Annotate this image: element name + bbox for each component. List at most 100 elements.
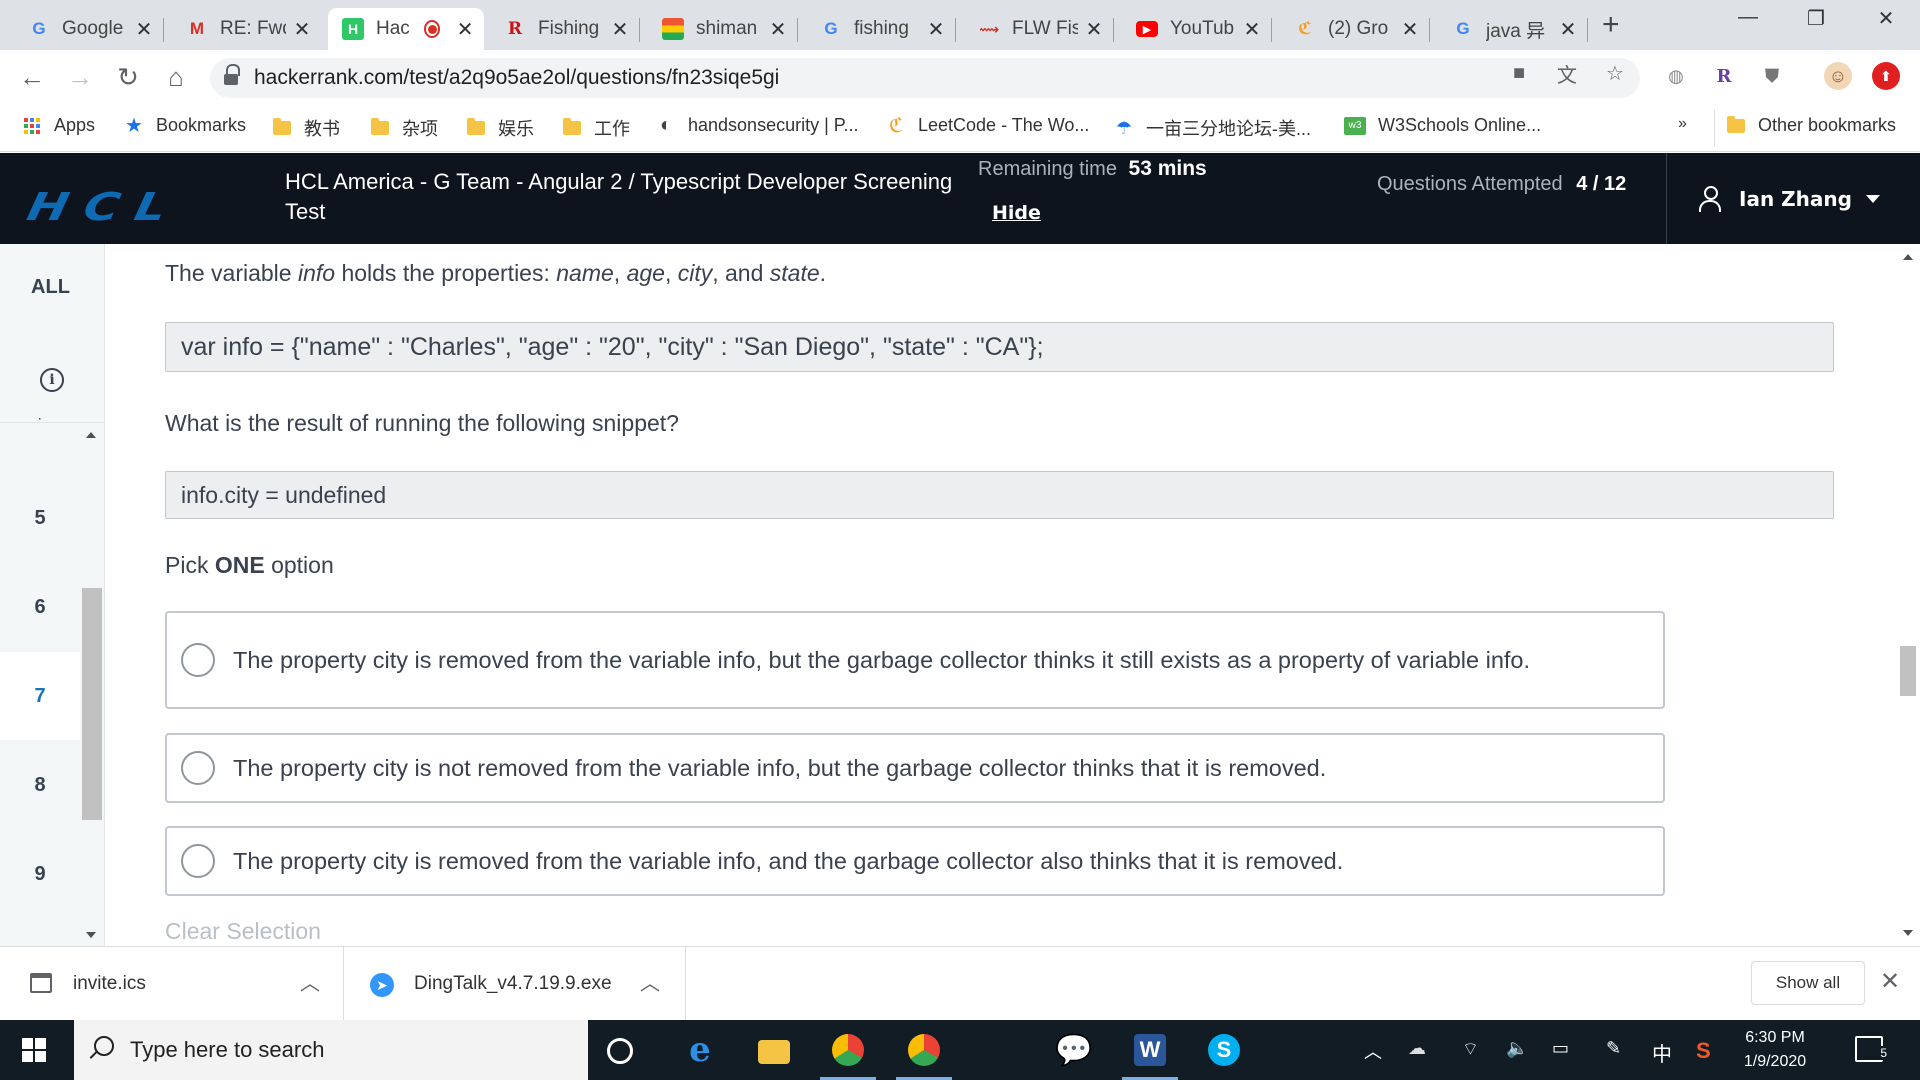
close-icon[interactable]: ✕	[1400, 17, 1420, 42]
close-icon[interactable]: ✕	[456, 17, 474, 42]
radio-button[interactable]	[181, 844, 215, 878]
chevron-up-icon[interactable]: ︿	[300, 967, 320, 996]
question-item-8[interactable]: 8	[0, 741, 80, 829]
download-item[interactable]: invite.ics ︿	[0, 947, 344, 1021]
close-icon[interactable]: ✕	[134, 17, 154, 42]
download-item[interactable]: ➤ DingTalk_v4.7.19.9.exe ︿	[344, 947, 686, 1021]
word-icon[interactable]: W	[1134, 1034, 1166, 1066]
question-item-6[interactable]: 6	[0, 563, 80, 651]
bookmark-leetcode[interactable]: ℭ LeetCode - The Wo...	[886, 115, 1089, 137]
close-icon[interactable]: ✕	[292, 17, 312, 42]
bookmark-bookmarks[interactable]: ★ Bookmarks	[124, 115, 246, 137]
question-nav-scrollbar[interactable]	[82, 422, 104, 946]
lock-icon[interactable]	[224, 64, 240, 86]
skype-icon[interactable]: S	[1208, 1034, 1240, 1066]
main-scrollbar[interactable]	[1896, 244, 1920, 946]
new-tab-button[interactable]: +	[1602, 8, 1620, 42]
bookmark-folder[interactable]: 娱乐	[466, 115, 534, 141]
bookmark-1point3acres[interactable]: ☂ 一亩三分地论坛-美...	[1114, 115, 1311, 141]
extension-globe-icon[interactable]: ◍	[1662, 62, 1690, 90]
question-item-5[interactable]: 5	[0, 474, 80, 562]
minimize-button[interactable]: —	[1718, 6, 1778, 29]
tab-groups[interactable]: ℭ (2) Gro ✕	[1280, 8, 1430, 50]
volume-icon[interactable]: 🔈	[1506, 1038, 1528, 1059]
scrollbar-thumb[interactable]	[82, 588, 102, 820]
camera-icon[interactable]: ■	[1506, 60, 1532, 86]
onedrive-icon[interactable]: ☁	[1408, 1038, 1426, 1059]
tab-gmail[interactable]: M RE: Fwd ✕	[172, 8, 322, 50]
chevron-up-icon[interactable]: ︿	[1364, 1038, 1382, 1064]
clock[interactable]: 6:30 PM 1/9/2020	[1730, 1026, 1820, 1074]
store-icon[interactable]	[984, 1034, 1014, 1064]
tab-google-docs[interactable]: G Google ✕	[14, 8, 164, 50]
answer-option[interactable]: The property city is removed from the va…	[165, 826, 1665, 896]
question-item-7[interactable]: 7	[0, 652, 80, 740]
home-button[interactable]: ⌂	[158, 62, 194, 93]
close-window-button[interactable]: ✕	[1856, 6, 1916, 31]
radio-button[interactable]	[181, 643, 215, 677]
bookmark-handsonsecurity[interactable]: ◐ handsonsecurity | P...	[656, 114, 859, 136]
tab-shimano[interactable]: shiman ✕	[648, 8, 798, 50]
close-icon[interactable]: ✕	[1558, 17, 1578, 42]
wifi-icon[interactable]: ⌔	[1462, 1038, 1479, 1061]
url-bar[interactable]: hackerrank.com/test/a2q9o5ae2ol/question…	[210, 58, 1640, 98]
scroll-down-icon[interactable]	[86, 932, 96, 938]
back-button[interactable]: ←	[14, 62, 50, 93]
scroll-up-icon[interactable]	[1903, 254, 1913, 260]
bookmark-star-icon[interactable]: ☆	[1602, 60, 1628, 86]
close-icon[interactable]: ✕	[1880, 967, 1900, 996]
windows-start-icon[interactable]	[22, 1038, 46, 1062]
cortana-icon[interactable]	[607, 1038, 633, 1064]
restore-button[interactable]: ❐	[1786, 6, 1846, 31]
show-all-button[interactable]: Show all	[1751, 961, 1865, 1005]
question-item-9[interactable]: 9	[0, 830, 80, 918]
forward-button[interactable]: →	[62, 62, 98, 93]
close-icon[interactable]: ✕	[610, 17, 630, 42]
wechat-icon[interactable]: 💬	[1055, 1034, 1092, 1067]
bookmark-folder[interactable]: 教书	[272, 115, 340, 141]
clear-selection-link[interactable]: Clear Selection	[165, 918, 321, 945]
info-icon[interactable]: i	[40, 368, 64, 392]
scroll-up-icon[interactable]	[86, 432, 96, 438]
edge-icon[interactable]: e	[684, 1030, 716, 1070]
close-icon[interactable]: ✕	[1242, 17, 1262, 42]
hide-timer-link[interactable]: Hide	[992, 202, 1041, 224]
update-icon[interactable]: ⬆	[1872, 62, 1900, 90]
tab-flw[interactable]: ⟿ FLW Fis ✕	[964, 8, 1114, 50]
pen-icon[interactable]: ✎	[1606, 1038, 1621, 1059]
answer-option[interactable]: The property city is removed from the va…	[165, 611, 1665, 709]
all-questions-button[interactable]: ALL	[0, 276, 104, 299]
tab-google-fishing[interactable]: G fishing ✕	[806, 8, 956, 50]
chrome-profile-icon[interactable]	[908, 1034, 940, 1066]
tab-youtube[interactable]: ▶ YouTub ✕	[1122, 8, 1272, 50]
chrome-icon[interactable]	[832, 1034, 864, 1066]
scrollbar-thumb[interactable]	[1900, 646, 1916, 696]
sogou-icon[interactable]: S	[1696, 1038, 1711, 1064]
extension-shield-icon[interactable]: ⛊	[1758, 62, 1786, 90]
url-text[interactable]: hackerrank.com/test/a2q9o5ae2ol/question…	[254, 66, 779, 90]
close-icon[interactable]: ✕	[768, 17, 788, 42]
tab-hackerrank[interactable]: H Hac ✕	[328, 8, 484, 50]
tab-google-java[interactable]: G java 异 ✕	[1438, 8, 1588, 50]
reload-button[interactable]: ↻	[110, 62, 146, 93]
close-icon[interactable]: ✕	[1084, 17, 1104, 42]
bookmark-apps[interactable]: Apps	[22, 115, 95, 136]
profile-avatar[interactable]: ☺	[1824, 62, 1852, 90]
more-bookmarks-button[interactable]: »	[1678, 115, 1687, 133]
file-explorer-icon[interactable]	[758, 1040, 790, 1064]
user-menu[interactable]: Ian Zhang	[1666, 153, 1920, 244]
answer-option[interactable]: The property city is not removed from th…	[165, 733, 1665, 803]
scroll-down-icon[interactable]	[1903, 930, 1913, 936]
extension-r-icon[interactable]: R	[1710, 62, 1738, 90]
taskbar-search[interactable]: Type here to search	[74, 1020, 588, 1080]
bookmark-w3schools[interactable]: w3 W3Schools Online...	[1344, 115, 1541, 136]
tab-fishing[interactable]: R Fishing ✕	[490, 8, 640, 50]
close-icon[interactable]: ✕	[926, 17, 946, 42]
bookmark-folder[interactable]: 工作	[562, 115, 630, 141]
radio-button[interactable]	[181, 751, 215, 785]
ime-indicator[interactable]: 中	[1652, 1038, 1672, 1067]
chevron-up-icon[interactable]: ︿	[640, 967, 660, 996]
bookmark-folder[interactable]: 杂项	[370, 115, 438, 141]
battery-icon[interactable]: ▭	[1552, 1038, 1569, 1059]
notification-icon[interactable]: 5	[1855, 1036, 1889, 1062]
